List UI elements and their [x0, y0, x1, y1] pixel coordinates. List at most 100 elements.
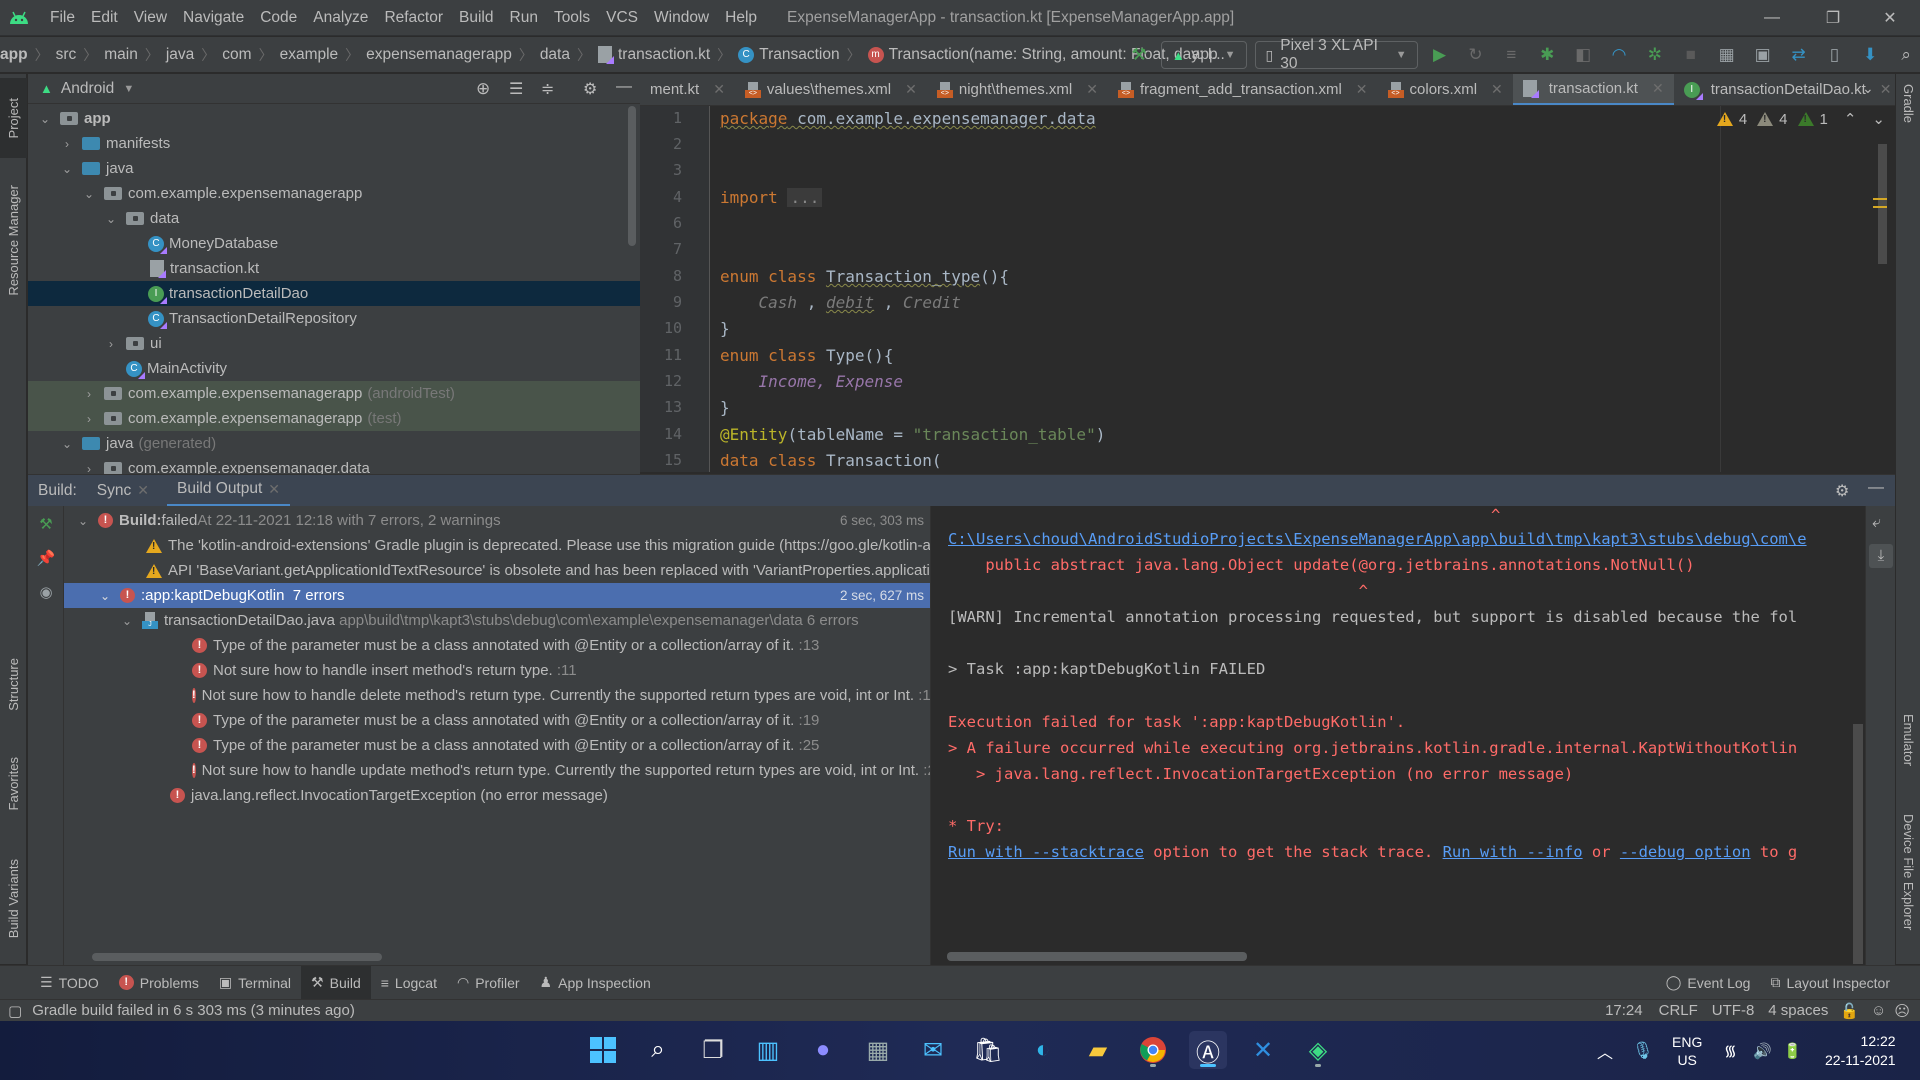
make-project-hammer-icon[interactable]: ⚒ [1125, 41, 1153, 69]
run-icon[interactable]: ▶ [1426, 41, 1454, 69]
avd-manager-icon[interactable]: ▣ [1749, 41, 1777, 69]
side-tab-device-file-explorer[interactable]: Device File Explorer [1896, 814, 1920, 954]
tool-tab-todo[interactable]: ☰ TODO [30, 966, 109, 1000]
project-view-selector[interactable]: Android [61, 80, 114, 98]
chevron-down-icon[interactable]: ⌄ [104, 212, 118, 226]
side-tab-gradle[interactable]: Gradle [1896, 84, 1920, 164]
chevron-right-icon[interactable]: › [60, 137, 74, 151]
build-warning-row[interactable]: API 'BaseVariant.getApplicationIdTextRes… [64, 558, 930, 583]
warnings-count[interactable]: 4 [1716, 111, 1747, 128]
menu-navigate[interactable]: Navigate [175, 9, 252, 27]
tab-sync[interactable]: Sync ✕ [87, 475, 159, 507]
caret-position[interactable]: 17:24 [1605, 1002, 1643, 1019]
debug-option-link[interactable]: --debug option [1620, 843, 1751, 861]
side-tab-build-variants[interactable]: Build Variants [0, 844, 27, 954]
build-warning-row[interactable]: The 'kotlin-android-extensions' Gradle p… [64, 533, 930, 558]
tool-tab-profiler[interactable]: ◠ Profiler [447, 966, 530, 1000]
clock[interactable]: 12:22 22-11-2021 [1825, 1021, 1896, 1080]
breadcrumb-java[interactable]: java [166, 46, 194, 64]
device-manager-icon[interactable]: ▯ [1820, 41, 1848, 69]
editor-scrollbar[interactable] [1878, 144, 1887, 264]
tool-tab-terminal[interactable]: ▣ Terminal [209, 966, 301, 1000]
close-tab-icon[interactable]: ✕ [1652, 80, 1664, 97]
breadcrumb-transaction-kt[interactable]: transaction.kt [618, 46, 710, 64]
microphone-icon[interactable]: 🎙 [1632, 1021, 1654, 1080]
chevron-down-icon[interactable]: ▼ [123, 83, 134, 95]
profiler-gauge-icon[interactable]: ◠ [1605, 41, 1633, 69]
build-error-row[interactable]: ! Not sure how to handle insert method's … [64, 658, 930, 683]
menu-edit[interactable]: Edit [83, 9, 126, 27]
code-editor[interactable]: 1 2 3 4 6 7 8 9 10 11 12 13 14 15 packag… [640, 106, 1895, 472]
indent-setting[interactable]: 4 spaces [1768, 1002, 1828, 1019]
project-scrollbar[interactable] [628, 106, 636, 246]
close-tab-icon[interactable]: ✕ [713, 81, 725, 98]
tool-tab-app-inspection[interactable]: ♟ App Inspection [530, 966, 661, 1000]
emulator-icon[interactable]: ◈ [1299, 1031, 1337, 1069]
hide-panel-icon[interactable]: — [616, 78, 632, 96]
wifi-icon[interactable]: ᯾ [1724, 1021, 1737, 1080]
settings-gear-icon[interactable]: ⚙ [583, 79, 597, 99]
tree-node-java[interactable]: ⌄ java [28, 156, 640, 181]
close-tab-icon[interactable]: ✕ [137, 482, 149, 499]
tool-tab-logcat[interactable]: ≡ Logcat [371, 966, 447, 1000]
menu-run[interactable]: Run [502, 9, 546, 27]
inspection-widget[interactable]: 4 4 1 ⌃ ⌄ [1716, 110, 1885, 128]
typos-count[interactable]: 1 [1797, 111, 1828, 128]
next-highlight-icon[interactable]: ⌄ [1872, 110, 1885, 128]
soft-wrap-icon[interactable]: ⤶ [1872, 514, 1881, 532]
close-tab-icon[interactable]: ✕ [1086, 81, 1098, 98]
tab-transaction-kt[interactable]: transaction.kt ✕ [1512, 74, 1674, 105]
apply-code-changes-icon[interactable]: ≡ [1497, 41, 1525, 69]
volume-icon[interactable]: 🔊 [1753, 1021, 1772, 1080]
menu-window[interactable]: Window [646, 9, 717, 27]
mail-icon[interactable]: ✉ [914, 1031, 952, 1069]
tool-tab-build[interactable]: ⚒ Build [301, 965, 371, 1000]
run-with-info-link[interactable]: Run with --info [1443, 843, 1583, 861]
tree-node-package[interactable]: ⌄ com.example.expensemanagerapp [28, 181, 640, 206]
select-opened-file-icon[interactable]: ⊕ [476, 79, 490, 99]
expand-all-icon[interactable]: ☰ [509, 79, 523, 99]
tree-node-transactiondetailrepository[interactable]: C TransactionDetailRepository [28, 306, 640, 331]
menu-refactor[interactable]: Refactor [376, 9, 451, 27]
tab-fragment-kt[interactable]: ment.kt ✕ [640, 74, 735, 105]
chevron-down-icon[interactable]: ⌄ [60, 437, 74, 451]
tab-fragment-add-transaction-xml[interactable]: fragment_add_transaction.xml✕ [1108, 74, 1378, 105]
attach-debugger-icon[interactable]: ✲ [1641, 41, 1669, 69]
breadcrumb-example[interactable]: example [280, 46, 339, 64]
folded-imports[interactable]: ... [787, 188, 823, 207]
tab-values-themes-xml[interactable]: values\themes.xml✕ [735, 74, 927, 105]
tree-node-androidtest-package[interactable]: › com.example.expensemanagerapp (android… [28, 381, 640, 406]
weak-warnings-count[interactable]: 4 [1757, 111, 1788, 128]
vscode-icon[interactable]: ✕ [1244, 1031, 1282, 1069]
chevron-right-icon[interactable]: › [82, 412, 96, 426]
chevron-down-icon[interactable]: ⌄ [38, 112, 52, 126]
tab-colors-xml[interactable]: colors.xml✕ [1378, 74, 1513, 105]
build-console[interactable]: ^ C:\Users\choud\AndroidStudioProjects\E… [930, 506, 1865, 965]
breadcrumb-app[interactable]: app [0, 46, 28, 64]
search-icon[interactable]: ⌕ [1892, 41, 1920, 69]
project-structure-icon[interactable]: ▦ [1713, 41, 1741, 69]
menu-tools[interactable]: Tools [546, 9, 598, 27]
chevron-down-icon[interactable]: ⌄ [76, 514, 90, 528]
store-icon[interactable]: 🛍 [969, 1031, 1007, 1069]
chat-icon[interactable]: ● [804, 1031, 842, 1069]
breadcrumb-transaction-class[interactable]: Transaction [759, 46, 839, 64]
chevron-right-icon[interactable]: › [82, 387, 96, 401]
menu-build[interactable]: Build [451, 9, 501, 27]
side-tab-favorites[interactable]: Favorites [0, 744, 27, 824]
tree-node-ui[interactable]: › ui [28, 331, 640, 356]
hide-panel-icon[interactable]: — [1868, 479, 1884, 497]
side-tab-structure[interactable]: Structure [0, 644, 27, 724]
build-error-row[interactable]: ! Type of the parameter must be a class a… [64, 708, 930, 733]
close-tab-icon[interactable]: ✕ [268, 481, 280, 498]
tree-node-generated-package[interactable]: › com.example.expensemanager.data [28, 456, 640, 474]
line-separator[interactable]: CRLF [1659, 1002, 1698, 1019]
build-exception-row[interactable]: ! java.lang.reflect.InvocationTargetExcep… [64, 783, 930, 808]
menu-view[interactable]: View [126, 9, 175, 27]
tree-node-app[interactable]: ⌄ app [28, 106, 640, 131]
calculator-icon[interactable]: ▦ [859, 1031, 897, 1069]
tool-tab-problems[interactable]: ! Problems [109, 966, 209, 1000]
edge-icon[interactable]: ◐ [1024, 1031, 1062, 1069]
chevron-down-icon[interactable]: ⌄ [60, 162, 74, 176]
scroll-to-end-icon[interactable]: ⤓ [1869, 544, 1893, 568]
